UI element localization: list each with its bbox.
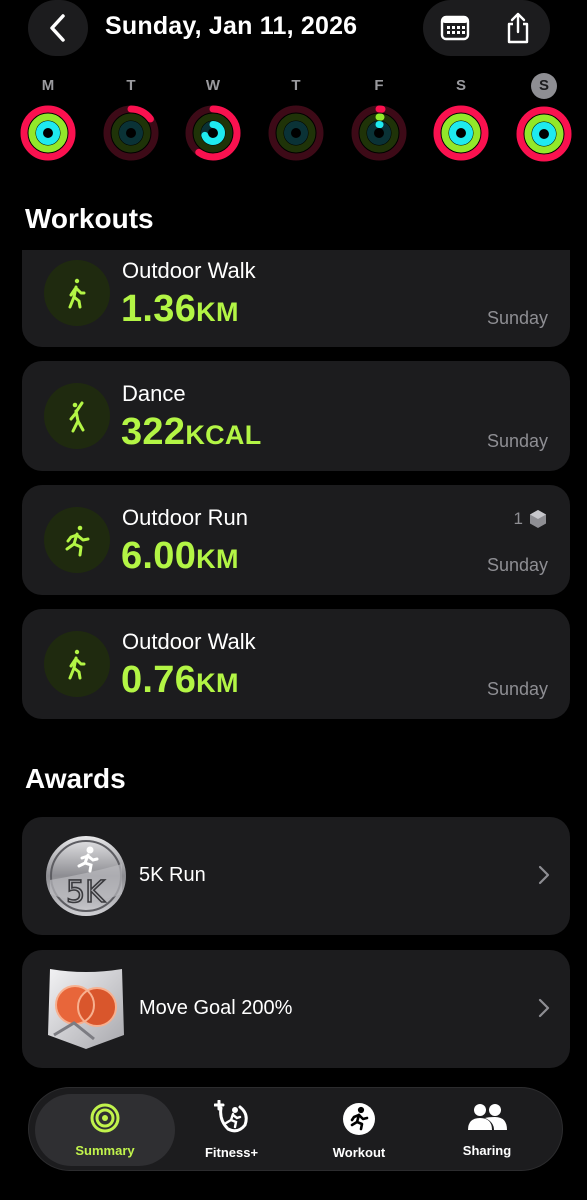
summary-rings-icon [90, 1103, 120, 1133]
day-rings-5[interactable]: F [349, 76, 409, 163]
share-button[interactable] [486, 0, 549, 56]
share-icon [507, 12, 528, 44]
workout-day: Sunday [486, 431, 548, 451]
move-goal-200-medal-icon [48, 969, 124, 1049]
tab-label: Summary [75, 1143, 135, 1158]
awards-heading: Awards [25, 763, 126, 794]
back-button[interactable] [28, 0, 88, 56]
award-card-5k-run[interactable]: 5K 5K Run [22, 817, 570, 935]
stand-ring-progress [36, 121, 60, 145]
chevron-left-icon [50, 14, 65, 42]
tab-label: Workout [332, 1145, 386, 1160]
stand-ring-track [119, 121, 143, 145]
workouts-heading: Workouts [25, 203, 154, 234]
day-rings-6[interactable]: S [431, 76, 491, 163]
fitness-plus-icon [213, 1099, 248, 1133]
sharing-people-icon [468, 1104, 507, 1130]
activity-rings-icon [268, 105, 324, 161]
activity-rings-icon [516, 106, 572, 162]
page-title: Sunday, Jan 11, 2026 [105, 12, 358, 40]
day-rings-4[interactable]: T [266, 76, 326, 163]
day-label: S [455, 77, 466, 94]
award-name: Move Goal 200% [139, 997, 293, 1019]
workout-name: Dance [122, 381, 186, 406]
tab-workout[interactable]: Workout [299, 1094, 419, 1166]
walk-icon [44, 260, 110, 326]
workout-runner-icon [343, 1103, 375, 1135]
activity-rings-icon [351, 105, 407, 161]
workout-value: 0.76KM [121, 659, 239, 701]
calendar-button[interactable] [423, 0, 486, 56]
calendar-icon [440, 15, 469, 41]
award-card-move-goal-200[interactable]: Move Goal 200% [22, 950, 570, 1068]
day-label: T [291, 77, 301, 94]
tab-label: Fitness+ [204, 1145, 259, 1160]
tab-summary[interactable]: Summary [35, 1094, 175, 1166]
tab-fitness-plus[interactable]: Fitness+ [169, 1094, 294, 1166]
workout-name: Outdoor Run [122, 505, 248, 530]
tab-label: Sharing [462, 1143, 512, 1158]
chevron-right-icon [538, 865, 550, 885]
tab-bar: Summary Fitness+ Workout Sharing [28, 1087, 563, 1171]
activity-rings-icon [103, 105, 159, 161]
workout-value: 6.00KM [121, 535, 239, 577]
header-actions [423, 0, 550, 56]
day-label: T [126, 77, 136, 94]
workout-name: Outdoor Walk [122, 629, 256, 654]
stand-ring-track [284, 121, 308, 145]
workout-card-outdoor-walk[interactable]: Outdoor Walk 0.76KM Sunday [22, 609, 570, 719]
tab-sharing[interactable]: Sharing [427, 1094, 547, 1166]
workout-day: Sunday [486, 679, 548, 699]
week-rings-row: MTWTFSS [0, 73, 587, 166]
day-label: M [41, 77, 55, 94]
dance-icon [44, 383, 110, 449]
activity-rings-icon [20, 105, 76, 161]
chevron-right-icon [538, 998, 550, 1018]
svg-text:5K: 5K [66, 875, 106, 910]
run-icon [44, 507, 110, 573]
workout-badge: 1 [514, 509, 548, 529]
workout-day: Sunday [486, 555, 548, 575]
hexagon-badge-icon [530, 510, 546, 528]
workout-card-outdoor-run[interactable]: Outdoor Run 6.00KM 1 Sunday [22, 485, 570, 595]
day-rings-7[interactable]: S [514, 73, 574, 164]
workout-day: Sunday [486, 308, 548, 328]
workout-value: 322KCAL [121, 411, 262, 453]
workout-card-outdoor-walk[interactable]: Outdoor Walk 1.36KM Sunday [22, 250, 570, 347]
workout-value: 1.36KM [121, 288, 239, 330]
activity-rings-icon [433, 105, 489, 161]
activity-rings-icon [185, 105, 241, 161]
day-label: W [205, 77, 221, 94]
workout-card-dance[interactable]: Dance 322KCAL Sunday [22, 361, 570, 471]
day-rings-1[interactable]: M [18, 76, 78, 163]
day-rings-3[interactable]: W [183, 76, 243, 163]
5k-run-medal-icon: 5K [46, 836, 126, 916]
day-label: F [374, 77, 384, 94]
day-rings-2[interactable]: T [101, 76, 161, 163]
day-label: S [531, 73, 557, 99]
workout-name: Outdoor Walk [122, 258, 256, 283]
award-name: 5K Run [139, 864, 206, 886]
stand-ring-progress [532, 122, 556, 146]
stand-ring-progress [449, 121, 473, 145]
walk-icon [44, 631, 110, 697]
